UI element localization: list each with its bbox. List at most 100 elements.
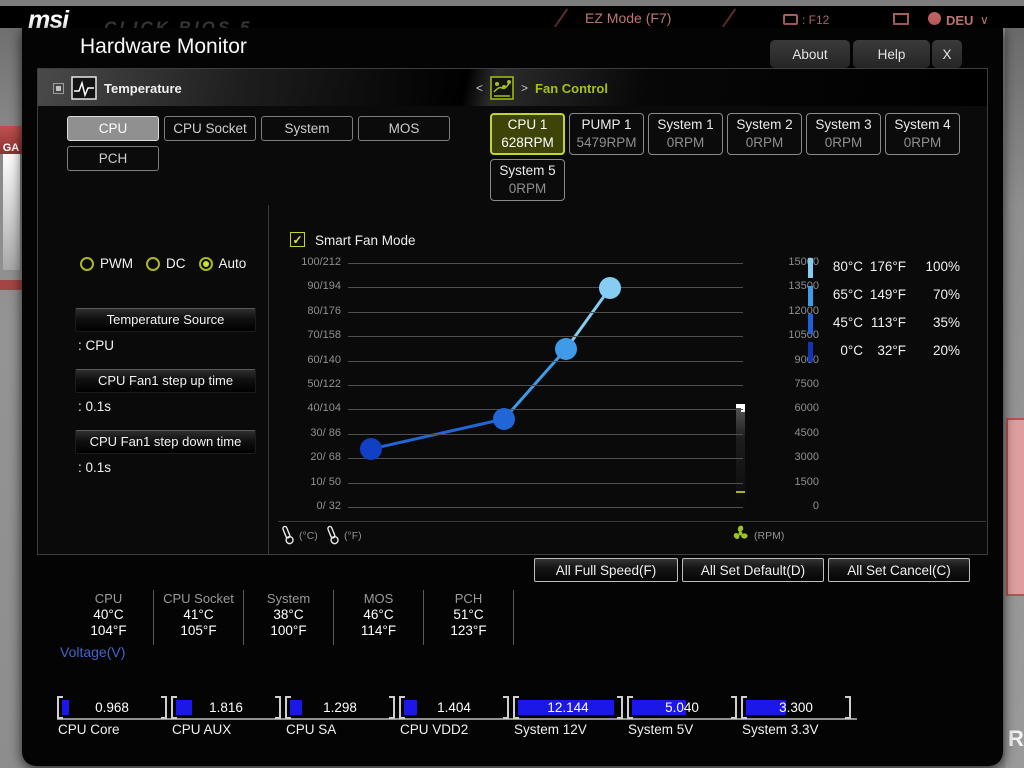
fan-tab-system-3[interactable]: System 3 0RPM	[806, 113, 881, 155]
y-tick-left: 60/140	[307, 354, 341, 366]
y-tick-right: 6000	[794, 402, 819, 414]
voltage-gauge-cpu-aux: 1.816 CPU AUX	[171, 696, 281, 737]
fan-settings-fields: Temperature Source: CPU CPU Fan1 step up …	[75, 308, 256, 491]
legend-temp-f: 149°F	[869, 287, 906, 302]
fan-curve-point-1[interactable]	[360, 438, 382, 460]
legend-temp-c: 80°C	[832, 259, 863, 274]
voltage-gauge-cpu-sa: 1.298 CPU SA	[285, 696, 395, 737]
voltage-label: System 5V	[628, 722, 694, 737]
gridline	[348, 409, 743, 410]
fan-control-section-label: Fan Control	[535, 80, 608, 96]
rpm-unit-label: (RPM)	[754, 530, 785, 542]
ez-mode-button[interactable]: EZ Mode (F7)	[585, 10, 671, 26]
voltage-label: CPU AUX	[172, 722, 232, 737]
temp-readout-label: PCH	[454, 591, 483, 606]
all-full-speed-f-button[interactable]: All Full Speed(F)	[534, 558, 678, 582]
temperature-tab-pch[interactable]: PCH	[67, 146, 159, 171]
voltage-gauge-cpu-vdd2: 1.404 CPU VDD2	[399, 696, 509, 737]
cpu-fan1-step-up-time-button[interactable]: CPU Fan1 step up time	[75, 369, 256, 393]
temperature-tab-mos[interactable]: MOS	[358, 116, 450, 141]
y-tick-right: 0	[812, 500, 819, 512]
game-boost-fragment: GA	[0, 126, 22, 154]
temperature-readouts: CPU 40°C 104°F CPU Socket 41°C 105°F System 38°…	[64, 590, 514, 645]
chevron-right-icon[interactable]: >	[521, 81, 528, 95]
fan-tab-name: CPU 1	[507, 117, 548, 132]
y-tick-left: 50/122	[307, 378, 341, 390]
voltage-value: 5.040	[665, 700, 699, 715]
voltage-value: 3.300	[779, 700, 813, 715]
temp-readout-label: CPU	[94, 591, 123, 606]
y-axis-left-ticks: 100/212 90/194 80/176 70/158 60/140 50/122 40/…	[271, 256, 341, 512]
fan-curve-point-3[interactable]	[555, 338, 577, 360]
f12-hotkey-label: : F12	[802, 13, 830, 27]
gridline	[348, 458, 743, 459]
temperature-tab-cpu[interactable]: CPU	[67, 116, 159, 141]
fan-curve-point-4[interactable]	[599, 277, 621, 299]
cpu-fan1-step-up-time-value: : 0.1s	[78, 399, 112, 414]
fan-tab-rpm: 0RPM	[824, 135, 863, 150]
fan-tab-name: System 1	[657, 117, 714, 132]
radio-icon[interactable]	[198, 256, 213, 271]
fan-tab-system-5[interactable]: System 5 0RPM	[490, 159, 565, 201]
legend-duty-pct: 20%	[932, 343, 960, 358]
chevron-down-icon[interactable]: ∨	[980, 13, 989, 27]
y-tick-left: 20/ 68	[310, 451, 341, 463]
fan-mode-label: Auto	[218, 256, 247, 271]
voltage-section-title: Voltage(V)	[60, 644, 126, 660]
y-tick-left: 0/ 32	[316, 500, 341, 512]
smart-fan-mode-checkbox[interactable]: ✓	[290, 232, 305, 247]
fan-tab-system-1[interactable]: System 1 0RPM	[648, 113, 723, 155]
legend-row: 80°C 176°F 100%	[808, 254, 968, 282]
y-tick-left: 10/ 50	[310, 476, 341, 488]
gridline	[348, 434, 743, 435]
gridline	[348, 385, 743, 386]
legend-temp-c: 45°C	[832, 315, 863, 330]
voltage-label: CPU SA	[286, 722, 337, 737]
radio-icon[interactable]	[146, 256, 160, 271]
gridline	[348, 312, 743, 313]
temp-readout-celsius: 38°C	[273, 607, 304, 622]
temperature-tab-system[interactable]: System	[261, 116, 353, 141]
legend-row: 65°C 149°F 70%	[808, 282, 968, 310]
screenshot-icon[interactable]	[783, 14, 798, 25]
gridline	[348, 361, 743, 362]
fan-tab-system-2[interactable]: System 2 0RPM	[727, 113, 802, 155]
radio-icon[interactable]	[80, 256, 94, 271]
fan-mode-auto[interactable]: Auto	[198, 256, 247, 271]
temp-readout-system: System 38°C 100°F	[244, 590, 334, 645]
fan-tab-rpm: 0RPM	[903, 135, 942, 150]
fan-tab-cpu-1[interactable]: CPU 1 628RPM	[490, 113, 565, 155]
fan-curve-legend: 80°C 176°F 100% 65°C 149°F 70% 45°C 113°F 35% 0°C…	[808, 254, 968, 366]
voltage-label: System 3.3V	[742, 722, 819, 737]
fan-tab-name: System 2	[736, 117, 793, 132]
language-icon[interactable]	[928, 12, 941, 25]
close-button[interactable]: X	[932, 40, 962, 68]
temperature-source-button[interactable]: Temperature Source	[75, 308, 256, 332]
fan-mode-pwm[interactable]: PWM	[80, 256, 133, 271]
y-tick-right: 3000	[794, 451, 819, 463]
about-button[interactable]: About	[770, 40, 850, 68]
monitor-icon[interactable]	[893, 13, 909, 25]
fan-tab-pump-1[interactable]: PUMP 1 5479RPM	[569, 113, 644, 155]
divider-slash	[721, 8, 737, 28]
temp-readout-celsius: 41°C	[183, 607, 214, 622]
temp-readout-pch: PCH 51°C 123°F	[424, 590, 514, 645]
all-set-cancel-c-button[interactable]: All Set Cancel(C)	[828, 558, 970, 582]
all-set-default-d-button[interactable]: All Set Default(D)	[682, 558, 824, 582]
fan-curve-point-2[interactable]	[493, 408, 515, 430]
collapse-checkbox-icon[interactable]	[53, 82, 64, 94]
voltage-gauge-system-5v: 5.040 System 5V	[627, 696, 737, 737]
y-tick-left: 80/176	[307, 305, 341, 317]
fan-curve-plot[interactable]	[348, 263, 745, 508]
fan-mode-dc[interactable]: DC	[146, 256, 186, 271]
temperature-tab-cpu-socket[interactable]: CPU Socket	[164, 116, 256, 141]
cpu-fan1-step-down-time-button[interactable]: CPU Fan1 step down time	[75, 430, 256, 454]
language-label[interactable]: DEU	[946, 13, 973, 28]
chevron-left-icon[interactable]: <	[476, 81, 483, 95]
background-right-column: R	[1005, 28, 1024, 768]
vertical-divider	[268, 205, 269, 555]
help-button[interactable]: Help	[853, 40, 930, 68]
fan-tab-system-4[interactable]: System 4 0RPM	[885, 113, 960, 155]
fan-speed-slider[interactable]	[736, 404, 745, 501]
monitor-panel: Temperature < > Fan Control CPU CPU Socke…	[37, 68, 988, 555]
